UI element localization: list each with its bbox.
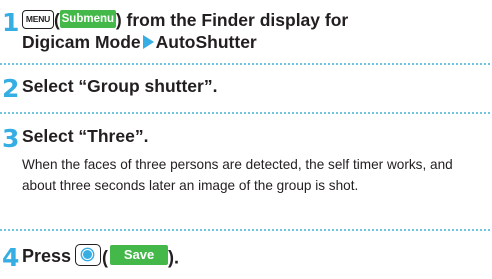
step-2: 2 Select “Group shutter”. bbox=[0, 72, 492, 102]
divider bbox=[0, 112, 490, 114]
arrow-right-icon bbox=[142, 35, 154, 50]
center-key-dot bbox=[82, 249, 94, 261]
step-number: 4 bbox=[2, 243, 20, 272]
center-key-icon bbox=[75, 244, 102, 267]
softkey-submenu: Submenu bbox=[59, 10, 116, 29]
divider bbox=[0, 63, 490, 65]
step-3: 3 Select “Three”. When the faces of thre… bbox=[0, 121, 492, 241]
step-1: 1 MENU(Submenu) from the Finder display … bbox=[0, 0, 492, 55]
step-heading: Select “Three”. bbox=[22, 126, 149, 146]
paren-open: ( bbox=[102, 247, 109, 268]
paren-open: ( bbox=[54, 10, 60, 30]
paren-close: ). bbox=[168, 247, 180, 268]
divider bbox=[0, 229, 490, 231]
step-heading: MENU(Submenu) from the Finder display fo… bbox=[22, 9, 488, 53]
heading-text-c: AutoShutter bbox=[155, 32, 257, 52]
step-number: 2 bbox=[2, 74, 20, 103]
softkey-save: Save bbox=[110, 245, 169, 266]
menu-key-icon: MENU bbox=[22, 9, 54, 29]
step-number: 1 bbox=[2, 8, 20, 37]
heading-text-a: ) from the Finder display for bbox=[115, 10, 349, 30]
heading-text: Press bbox=[22, 246, 72, 266]
heading-text-b: Digicam Mode bbox=[22, 32, 141, 52]
step-heading: Select “Group shutter”. bbox=[22, 76, 218, 96]
step-4: 4 Press (Save). bbox=[0, 238, 492, 276]
step-heading: Press (Save). bbox=[22, 244, 488, 268]
step-number: 3 bbox=[2, 124, 20, 153]
step-description: When the faces of three persons are dete… bbox=[22, 157, 453, 193]
